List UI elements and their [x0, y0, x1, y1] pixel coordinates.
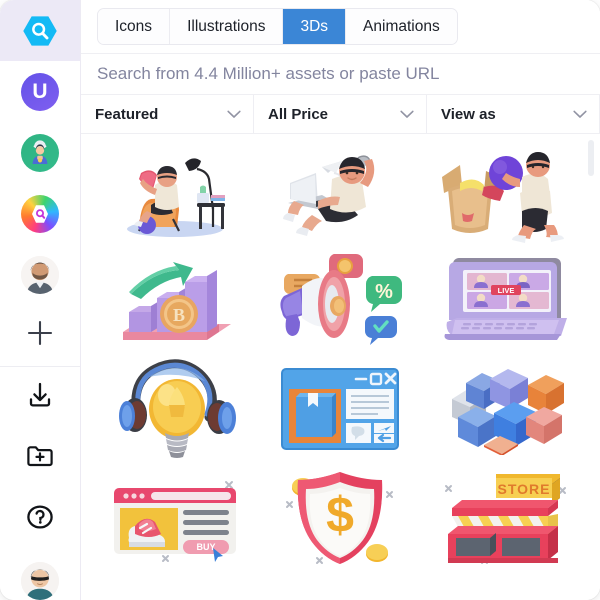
sidebar-item-iconscout-logo[interactable]: [0, 183, 80, 244]
user-avatar-icon: [21, 255, 59, 294]
tab-3ds[interactable]: 3Ds: [283, 9, 347, 44]
svg-text:BUY: BUY: [196, 542, 215, 552]
asset-card-megaphone-marketing-promotion-3d[interactable]: %: [259, 245, 423, 354]
asset-card-store-shop-front-3d[interactable]: STORE: [422, 463, 586, 572]
account-avatar-icon: [21, 561, 59, 600]
app-window: U Icons Illustrations 3Ds Animations Sea…: [0, 0, 600, 600]
svg-text:$: $: [327, 487, 355, 543]
asset-card-lightbulb-with-headphones-podcast-idea-3d[interactable]: [95, 354, 259, 463]
svg-text:STORE: STORE: [498, 481, 551, 497]
search-bar: [81, 53, 600, 95]
filter-view-as[interactable]: View as: [427, 95, 600, 133]
asset-card-online-shopping-shoe-buy-browser-3d[interactable]: BUY: [95, 463, 259, 572]
sidebar-item-character-builder[interactable]: [0, 122, 80, 183]
asset-card-man-unpacking-cardboard-box-3d[interactable]: [422, 136, 586, 245]
asset-card-ebook-reading-app-window-3d[interactable]: [259, 354, 423, 463]
download-icon: [25, 380, 55, 415]
grid-scrollbar-thumb[interactable]: [588, 140, 594, 176]
chevron-down-icon: [400, 110, 414, 119]
asset-grid[interactable]: B % LIVE BUY $ STORE: [81, 134, 600, 600]
character-avatar-icon: [21, 133, 59, 172]
filter-view-as-label: View as: [441, 105, 496, 123]
filter-bar: Featured All Price View as: [81, 95, 600, 134]
app-sidebar: U: [0, 0, 81, 600]
search-input[interactable]: [97, 64, 557, 84]
tab-animations[interactable]: Animations: [346, 9, 457, 44]
filter-sort[interactable]: Featured: [81, 95, 254, 133]
sidebar-tool-help[interactable]: [0, 489, 80, 550]
filter-price[interactable]: All Price: [254, 95, 427, 133]
sidebar-item-iconscout-search[interactable]: [0, 0, 80, 61]
asset-card-bitcoin-growth-bar-chart-3d[interactable]: B: [95, 245, 259, 354]
tab-illustrations[interactable]: Illustrations: [170, 9, 284, 44]
unicorn-u-icon: U: [21, 72, 59, 111]
sidebar-item-unicorn[interactable]: U: [0, 61, 80, 122]
asset-card-man-working-on-laptop-flying-3d[interactable]: [259, 136, 423, 245]
asset-type-tabs: Icons Illustrations 3Ds Animations: [97, 8, 458, 45]
sidebar-item-add-app[interactable]: [0, 305, 80, 366]
main-panel: Icons Illustrations 3Ds Animations Featu…: [81, 0, 600, 600]
svg-text:B: B: [173, 305, 185, 325]
tab-icons[interactable]: Icons: [98, 9, 171, 44]
sidebar-item-user-avatar[interactable]: [0, 244, 80, 305]
asset-card-man-reading-book-on-chair-with-desk-lamp-3d[interactable]: [95, 136, 259, 245]
folder-plus-icon: [25, 441, 55, 476]
svg-text:LIVE: LIVE: [498, 286, 515, 295]
plus-icon: [26, 319, 54, 352]
sidebar-tool-downloads[interactable]: [0, 367, 80, 428]
hex-search-icon: [21, 12, 59, 50]
asset-card-laptop-live-video-conference-3d[interactable]: LIVE: [422, 245, 586, 354]
asset-card-colored-cubes-blocks-cluster-3d[interactable]: [422, 354, 586, 463]
chevron-down-icon: [573, 110, 587, 119]
sidebar-tool-new-folder[interactable]: [0, 428, 80, 489]
chevron-down-icon: [227, 110, 241, 119]
question-circle-icon: [25, 502, 55, 537]
asset-card-dollar-shield-secure-payment-3d[interactable]: $: [259, 463, 423, 572]
asset-type-tabbar: Icons Illustrations 3Ds Animations: [81, 0, 600, 53]
filter-price-label: All Price: [268, 105, 329, 123]
svg-text:%: %: [376, 281, 394, 303]
filter-sort-label: Featured: [95, 105, 159, 123]
sidebar-tool-account[interactable]: [0, 550, 80, 600]
grid-scrollbar-track[interactable]: [588, 134, 597, 600]
rainbow-hex-icon: [21, 194, 59, 233]
